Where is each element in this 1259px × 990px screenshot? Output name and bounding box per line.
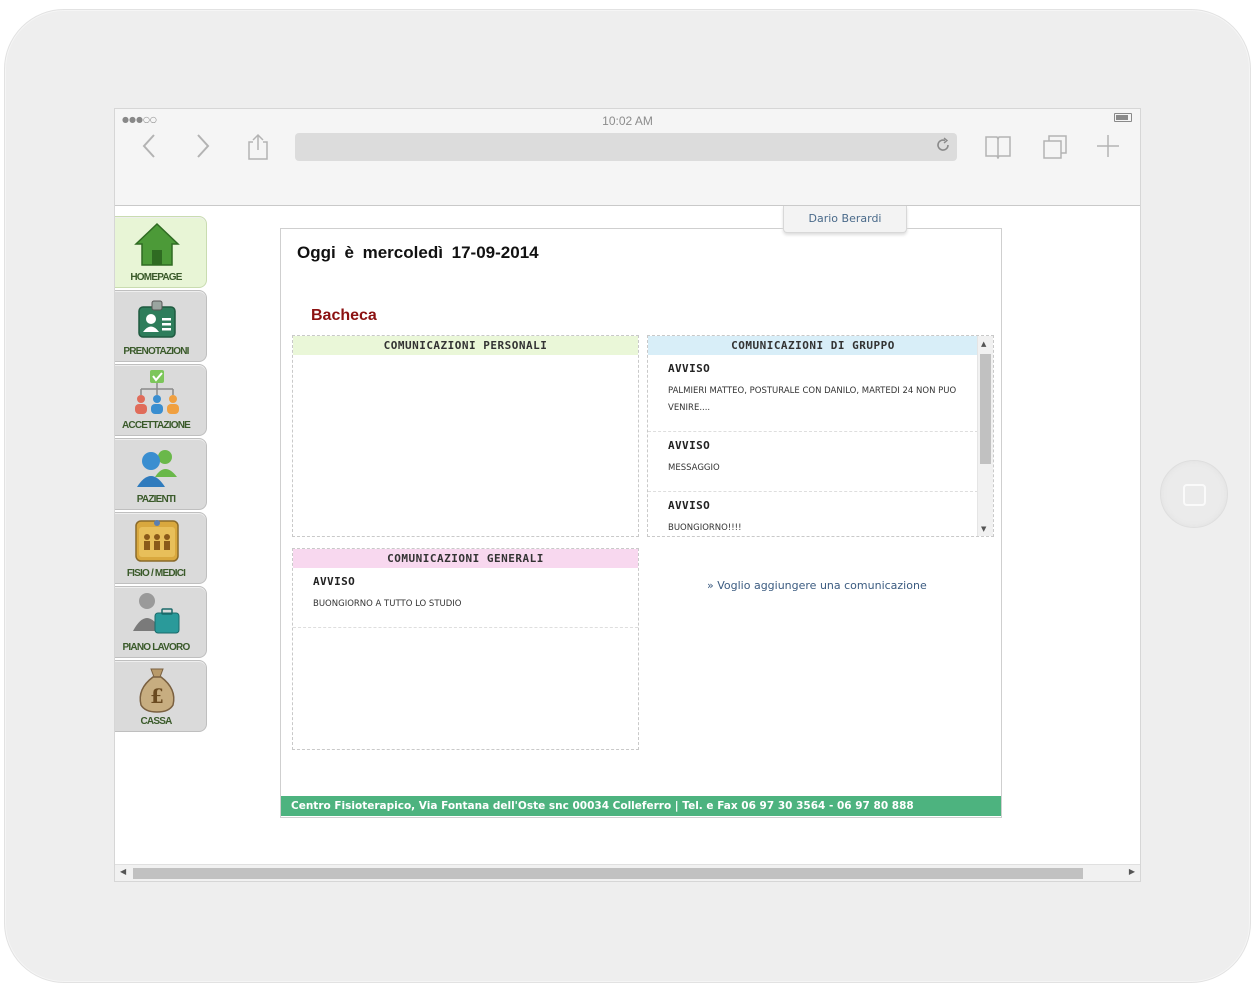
home-button[interactable] xyxy=(1160,460,1228,528)
group-scrollbar[interactable]: ▲ ▼ xyxy=(977,336,993,536)
message-title: AVVISO xyxy=(668,439,711,452)
reload-icon[interactable] xyxy=(935,137,951,157)
message-title: AVVISO xyxy=(668,362,711,375)
general-communications: COMUNICAZIONI GENERALI AVVISO BUONGIORNO… xyxy=(292,548,639,750)
message-body: MESSAGGIO xyxy=(668,463,720,473)
nav-label: ACCETTAZIONE xyxy=(122,420,191,431)
nav-cassa[interactable]: £ CASSA xyxy=(115,660,207,732)
side-navigation: HOMEPAGE PRENOTAZIONI ACCETTAZIONE PAZIE… xyxy=(115,216,208,734)
tabs-icon[interactable] xyxy=(1041,133,1069,167)
list-item[interactable]: AVVISO BUONGIORNO A TUTTO LO STUDIO xyxy=(293,568,638,628)
message-body: BUONGIORNO!!!! xyxy=(668,523,742,533)
scroll-down-icon[interactable]: ▼ xyxy=(981,525,986,533)
plus-icon[interactable] xyxy=(1095,133,1121,165)
nav-homepage[interactable]: HOMEPAGE xyxy=(115,216,207,288)
battery-icon xyxy=(1114,113,1132,122)
message-body: BUONGIORNO A TUTTO LO STUDIO xyxy=(313,599,462,609)
group-message-list: AVVISO Palmieri Matteo, posturale con Da… xyxy=(648,355,978,536)
general-header: COMUNICAZIONI GENERALI xyxy=(293,549,638,568)
nav-label: FISIO / MEDICI xyxy=(126,568,186,579)
personal-communications: COMUNICAZIONI PERSONALI xyxy=(292,335,639,537)
web-content: HOMEPAGE PRENOTAZIONI ACCETTAZIONE PAZIE… xyxy=(115,206,1140,866)
address-bar[interactable] xyxy=(295,133,957,161)
nav-fisio-medici[interactable]: FISIO / MEDICI xyxy=(115,512,207,584)
nav-label: PAZIENTI xyxy=(136,494,176,505)
group-header: COMUNICAZIONI DI GRUPPO xyxy=(648,336,978,355)
nav-piano-lavoro[interactable]: PIANO LAVORO xyxy=(115,586,207,658)
scroll-up-icon[interactable]: ▲ xyxy=(981,340,986,348)
message-title: AVVISO xyxy=(313,575,356,588)
scroll-thumb[interactable] xyxy=(980,354,991,464)
status-time: 10:02 AM xyxy=(602,114,653,128)
page-title: Oggi è mercoledì 17-09-2014 xyxy=(297,243,539,262)
board-title: Bacheca xyxy=(311,307,377,324)
briefcase-icon xyxy=(133,593,180,634)
add-communication-link[interactable]: » Voglio aggiungere una comunicazione xyxy=(707,579,927,592)
nav-label: CASSA xyxy=(140,716,172,727)
personal-header: COMUNICAZIONI PERSONALI xyxy=(293,336,638,355)
chevron-left-icon[interactable] xyxy=(141,133,157,165)
book-icon[interactable] xyxy=(984,133,1012,165)
org-chart-icon xyxy=(135,370,179,414)
footer-address: Centro Fisioterapico, Via Fontana dell'O… xyxy=(281,796,1001,816)
chevron-right-icon[interactable] xyxy=(195,133,211,165)
scroll-left-icon[interactable]: ◀ xyxy=(120,867,126,876)
scroll-thumb[interactable] xyxy=(133,868,1083,879)
money-bag-icon: £ xyxy=(139,668,175,713)
nav-label: PRENOTAZIONI xyxy=(123,346,189,357)
home-icon xyxy=(134,222,180,266)
list-item[interactable]: AVVISO Palmieri Matteo, posturale con Da… xyxy=(648,355,978,432)
group-communications: COMUNICAZIONI DI GRUPPO AVVISO Palmieri … xyxy=(647,335,994,537)
share-icon[interactable] xyxy=(247,133,269,167)
message-body: Palmieri Matteo, posturale con Danilo, m… xyxy=(668,386,957,413)
browser-toolbar: ●●●○○ 10:02 AM xyxy=(115,109,1140,206)
id-card-icon xyxy=(138,300,176,338)
home-square-icon xyxy=(1183,484,1206,506)
list-item[interactable]: AVVISO MESSAGGIO xyxy=(648,432,978,492)
main-panel: Oggi è mercoledì 17-09-2014 Bacheca COMU… xyxy=(280,228,1002,818)
user-menu[interactable]: Dario Berardi xyxy=(783,206,907,233)
svg-text:£: £ xyxy=(150,684,164,708)
scroll-right-icon[interactable]: ▶ xyxy=(1129,867,1135,876)
patients-icon xyxy=(137,450,177,487)
screen: ●●●○○ 10:02 AM HOMEPAGE PRENOTAZIONI ACC… xyxy=(114,108,1141,882)
message-title: AVVISO xyxy=(668,499,711,512)
staff-folder-icon xyxy=(135,520,179,562)
nav-accettazione[interactable]: ACCETTAZIONE xyxy=(115,364,207,436)
nav-label: HOMEPAGE xyxy=(130,272,182,283)
nav-prenotazioni[interactable]: PRENOTAZIONI xyxy=(115,290,207,362)
nav-pazienti[interactable]: PAZIENTI xyxy=(115,438,207,510)
nav-label: PIANO LAVORO xyxy=(122,642,191,653)
list-item[interactable]: AVVISO BUONGIORNO!!!! xyxy=(648,492,978,536)
horizontal-scrollbar[interactable]: ◀ ▶ xyxy=(115,864,1140,881)
